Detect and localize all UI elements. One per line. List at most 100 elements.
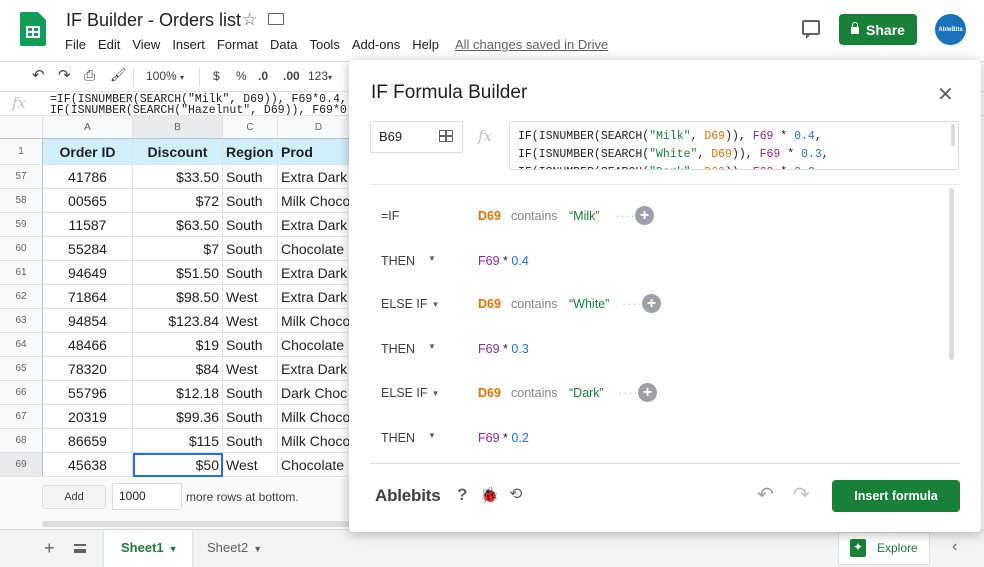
then-expression[interactable]: F69 * 0.2 [478,431,529,445]
cell-region[interactable]: West [223,309,278,333]
header-cell-discount[interactable]: Discount [133,139,223,165]
row-number[interactable]: 62 [0,285,43,309]
cell-product[interactable]: Chocolate [278,453,360,477]
formula-preview[interactable]: IF(ISNUMBER(SEARCH("Milk", D69)), F69 * … [509,121,959,170]
then-select[interactable]: THEN [381,342,415,356]
cell-region[interactable]: South [223,405,278,429]
percent-format-button[interactable]: % [236,69,247,83]
row-number[interactable]: 57 [0,165,43,189]
add-sheet-icon[interactable]: + [44,538,55,559]
cell-discount[interactable]: $63.50 [133,213,223,237]
rows-count-input[interactable]: 1000 [112,483,182,510]
rule-operator[interactable]: contains [511,297,558,311]
menu-insert[interactable]: Insert [172,37,205,52]
ablebits-logo[interactable]: Ablebits [375,486,441,506]
cell-discount[interactable]: $33.50 [133,165,223,189]
menu-view[interactable]: View [132,37,160,52]
cell-product[interactable]: Extra Dark [278,357,360,381]
insert-formula-button[interactable]: Insert formula [832,480,960,512]
cell-discount[interactable]: $115 [133,429,223,453]
currency-format-button[interactable]: $ [213,69,220,83]
then-expression[interactable]: F69 * 0.3 [478,342,529,356]
row-number[interactable]: 1 [0,139,43,165]
cell-order-id[interactable]: 78320 [43,357,133,381]
cell-discount[interactable]: $99.36 [133,405,223,429]
row-number[interactable]: 58 [0,189,43,213]
zoom-select[interactable]: 100% ▾ [146,69,184,83]
chevron-down-icon[interactable]: ▼ [428,431,436,440]
sheet-tab-1[interactable]: Sheet1 ▼ [104,530,192,567]
cell-discount[interactable]: $7 [133,237,223,261]
save-status-link[interactable]: All changes saved in Drive [455,37,608,52]
row-number[interactable]: 63 [0,309,43,333]
comment-icon[interactable] [802,20,820,39]
cell-region[interactable]: West [223,357,278,381]
cell-region[interactable]: South [223,429,278,453]
cell-order-id[interactable]: 71864 [43,285,133,309]
cell-region[interactable]: South [223,189,278,213]
redo-icon[interactable]: ↷ [58,66,71,84]
grid-select-icon[interactable] [439,130,453,142]
cell-product[interactable]: Milk Choco [278,405,360,429]
cell-product[interactable]: Milk Choco [278,429,360,453]
cell-region[interactable]: West [223,453,278,477]
cell-discount[interactable]: $12.18 [133,381,223,405]
menu-help[interactable]: Help [412,37,439,52]
header-cell-order-id[interactable]: Order ID [43,139,133,165]
cell-product[interactable]: Extra Dark [278,285,360,309]
cell-region[interactable]: South [223,381,278,405]
cell-product[interactable]: Extra Dark [278,165,360,189]
cell-region[interactable]: South [223,165,278,189]
sheet-tab-2[interactable]: Sheet2 ▼ [193,530,283,567]
row-number[interactable]: 65 [0,357,43,381]
print-icon[interactable]: ⎙ [84,67,95,84]
rules-scrollbar[interactable] [949,188,954,360]
cell-region[interactable]: West [223,285,278,309]
column-header-c[interactable]: C [223,116,278,139]
cell-order-id[interactable]: 00565 [43,189,133,213]
cell-discount[interactable]: $72 [133,189,223,213]
increase-decimal-button[interactable]: .00 [283,69,300,83]
decrease-decimal-button[interactable]: .0 [258,69,268,83]
document-title[interactable]: IF Builder - Orders list [66,10,241,31]
sheets-logo-icon[interactable] [20,12,46,46]
add-rows-button[interactable]: Add [42,485,106,509]
all-sheets-icon[interactable] [74,544,86,553]
paint-format-icon[interactable]: 🖌 [110,67,127,83]
cell-region[interactable]: South [223,237,278,261]
menu-data[interactable]: Data [270,37,297,52]
row-number[interactable]: 64 [0,333,43,357]
cell-discount[interactable]: $51.50 [133,261,223,285]
cell-discount[interactable]: $50 [133,453,223,477]
cell-order-id[interactable]: 41786 [43,165,133,189]
cell-order-id[interactable]: 20319 [43,405,133,429]
redo-icon[interactable]: ↷ [793,482,810,507]
cell-order-id[interactable]: 55796 [43,381,133,405]
close-icon[interactable]: ✕ [937,82,954,107]
undo-icon[interactable]: ↶ [757,482,774,507]
cell-region[interactable]: South [223,333,278,357]
explore-button[interactable]: Explore [838,532,930,565]
cell-product[interactable]: Chocolate [278,333,360,357]
row-number[interactable]: 69 [0,453,43,477]
cell-order-id[interactable]: 55284 [43,237,133,261]
cell-order-id[interactable]: 94649 [43,261,133,285]
rule-reference[interactable]: D69 [478,209,501,223]
undo-icon[interactable]: ↶ [32,66,45,84]
cell-discount[interactable]: $98.50 [133,285,223,309]
then-expression[interactable]: F69 * 0.4 [478,254,529,268]
folder-icon[interactable] [268,13,284,25]
avatar[interactable]: AbleBits [935,14,966,45]
plus-icon[interactable]: + [635,206,654,225]
column-header-d[interactable]: D [278,116,360,139]
header-cell-product[interactable]: Prod [278,139,360,165]
row-number[interactable]: 59 [0,213,43,237]
rule-value[interactable]: “Milk” [569,209,600,223]
cell-product[interactable]: Milk Choco [278,189,360,213]
menu-file[interactable]: File [65,37,86,52]
cell-order-id[interactable]: 45638 [43,453,133,477]
star-icon[interactable]: ☆ [242,10,257,30]
menu-tools[interactable]: Tools [309,37,339,52]
cell-discount[interactable]: $123.84 [133,309,223,333]
cell-region[interactable]: South [223,261,278,285]
